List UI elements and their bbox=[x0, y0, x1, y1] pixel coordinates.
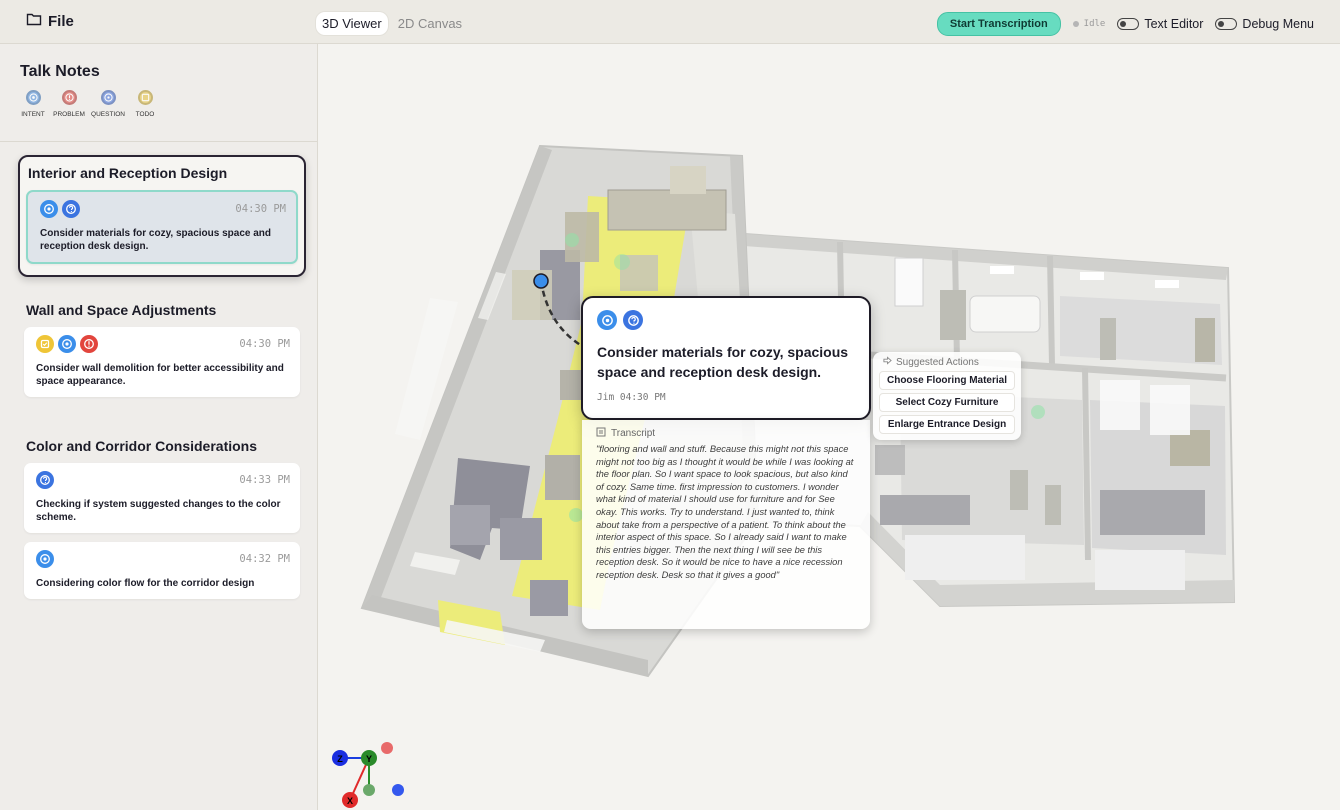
transcript-header: Transcript bbox=[596, 427, 856, 440]
suggested-actions-header: Suggested Actions bbox=[879, 356, 1015, 368]
note-time: 04:33 PM bbox=[239, 474, 290, 486]
popup-author-time: Jim 04:30 PM bbox=[597, 392, 666, 403]
suggested-actions-panel: Suggested Actions Choose Flooring Materi… bbox=[873, 352, 1021, 440]
target-icon bbox=[40, 200, 58, 218]
legend-intent[interactable]: INTENT bbox=[20, 90, 46, 118]
tab-2d-canvas[interactable]: 2D Canvas bbox=[392, 12, 468, 35]
axis-gizmo[interactable]: Z Y X bbox=[332, 742, 404, 808]
note-time: 04:30 PM bbox=[235, 203, 286, 215]
target-icon bbox=[597, 310, 617, 330]
choose-flooring-material-button[interactable]: Choose Flooring Material bbox=[879, 371, 1015, 390]
sidebar-divider bbox=[0, 141, 318, 142]
debug-menu-label: Debug Menu bbox=[1242, 17, 1314, 31]
toggle-switch-icon bbox=[1215, 18, 1238, 30]
legend-label: QUESTION bbox=[91, 111, 125, 118]
select-cozy-furniture-button[interactable]: Select Cozy Furniture bbox=[879, 393, 1015, 412]
checkbox-icon bbox=[137, 90, 153, 105]
y-axis-label: Y bbox=[366, 754, 372, 764]
suggested-actions-label: Suggested Actions bbox=[896, 356, 979, 368]
note-time: 04:30 PM bbox=[239, 338, 290, 350]
note-card[interactable]: 04:30 PM Consider wall demolition for be… bbox=[24, 327, 300, 397]
view-tabs: 3D Viewer 2D Canvas bbox=[316, 12, 468, 35]
enlarge-entrance-design-button[interactable]: Enlarge Entrance Design bbox=[879, 415, 1015, 434]
toggle-switch-icon bbox=[1117, 18, 1140, 30]
question-icon bbox=[62, 200, 80, 218]
group-title: Color and Corridor Considerations bbox=[26, 438, 258, 454]
alert-icon bbox=[61, 90, 77, 105]
checkbox-icon bbox=[36, 335, 54, 353]
note-text: Considering color flow for the corridor … bbox=[36, 578, 255, 589]
top-bar: File 3D Viewer 2D Canvas Start Transcrip… bbox=[0, 0, 1340, 44]
talk-notes-title: Talk Notes bbox=[20, 63, 100, 80]
text-editor-toggle[interactable]: Text Editor bbox=[1117, 17, 1203, 31]
note-text: Checking if system suggested changes to … bbox=[36, 499, 281, 523]
note-text: Consider materials for cozy, spacious sp… bbox=[40, 228, 272, 252]
note-group-color[interactable]: Color and Corridor Considerations 04:33 … bbox=[18, 438, 306, 599]
popup-note-text: Consider materials for cozy, spacious sp… bbox=[597, 344, 849, 380]
question-icon bbox=[36, 471, 54, 489]
arrow-right-icon bbox=[883, 356, 892, 368]
folder-icon bbox=[26, 12, 42, 30]
legend-label: TODO bbox=[135, 111, 155, 118]
file-menu-label: File bbox=[48, 12, 74, 30]
document-icon bbox=[596, 427, 606, 440]
legend-problem[interactable]: PROBLEM bbox=[53, 90, 85, 118]
note-popup-card[interactable]: Consider materials for cozy, spacious sp… bbox=[581, 296, 871, 420]
status-text: Idle bbox=[1083, 19, 1106, 29]
note-time: 04:32 PM bbox=[239, 553, 290, 565]
note-group-wall[interactable]: Wall and Space Adjustments 04:30 PM Cons… bbox=[18, 302, 306, 397]
alert-icon bbox=[80, 335, 98, 353]
note-card[interactable]: 04:30 PM Consider materials for cozy, sp… bbox=[26, 190, 298, 264]
question-icon bbox=[100, 90, 116, 105]
legend-todo[interactable]: TODO bbox=[132, 90, 158, 118]
note-card[interactable]: 04:32 PM Considering color flow for the … bbox=[24, 542, 300, 599]
question-icon bbox=[623, 310, 643, 330]
z-axis-label: Z bbox=[337, 754, 343, 764]
status-indicator: Idle bbox=[1072, 19, 1106, 29]
text-editor-label: Text Editor bbox=[1144, 17, 1204, 31]
transcript-label: Transcript bbox=[611, 428, 656, 439]
toolbar-right: Start Transcription Idle Text Editor Deb… bbox=[936, 12, 1314, 36]
start-transcription-button[interactable]: Start Transcription bbox=[936, 12, 1061, 36]
target-icon bbox=[25, 90, 41, 105]
note-card[interactable]: 04:33 PM Checking if system suggested ch… bbox=[24, 463, 300, 533]
status-dot-icon bbox=[1072, 21, 1079, 27]
debug-menu-toggle[interactable]: Debug Menu bbox=[1215, 17, 1314, 31]
note-group-interior[interactable]: Interior and Reception Design 04:30 PM C… bbox=[18, 155, 306, 277]
transcript-text: "flooring and wall and stuff. Because th… bbox=[596, 444, 854, 580]
group-title: Wall and Space Adjustments bbox=[26, 302, 217, 318]
transcript-panel[interactable]: Transcript "flooring and wall and stuff.… bbox=[582, 420, 870, 629]
target-icon bbox=[58, 335, 76, 353]
note-type-legend: INTENT PROBLEM QUESTION TODO bbox=[20, 90, 158, 118]
sidebar: Talk Notes INTENT PROBLEM QUESTION TODO bbox=[0, 44, 318, 810]
legend-label: INTENT bbox=[21, 111, 45, 118]
note-text: Consider wall demolition for better acce… bbox=[36, 363, 284, 387]
note-pin-marker[interactable] bbox=[533, 273, 549, 289]
legend-question[interactable]: QUESTION bbox=[91, 90, 125, 118]
group-title: Interior and Reception Design bbox=[28, 165, 228, 181]
legend-label: PROBLEM bbox=[53, 111, 85, 118]
tab-3d-viewer[interactable]: 3D Viewer bbox=[316, 12, 388, 35]
x-axis-label: X bbox=[347, 796, 353, 806]
file-menu-button[interactable]: File bbox=[26, 12, 74, 30]
target-icon bbox=[36, 550, 54, 568]
